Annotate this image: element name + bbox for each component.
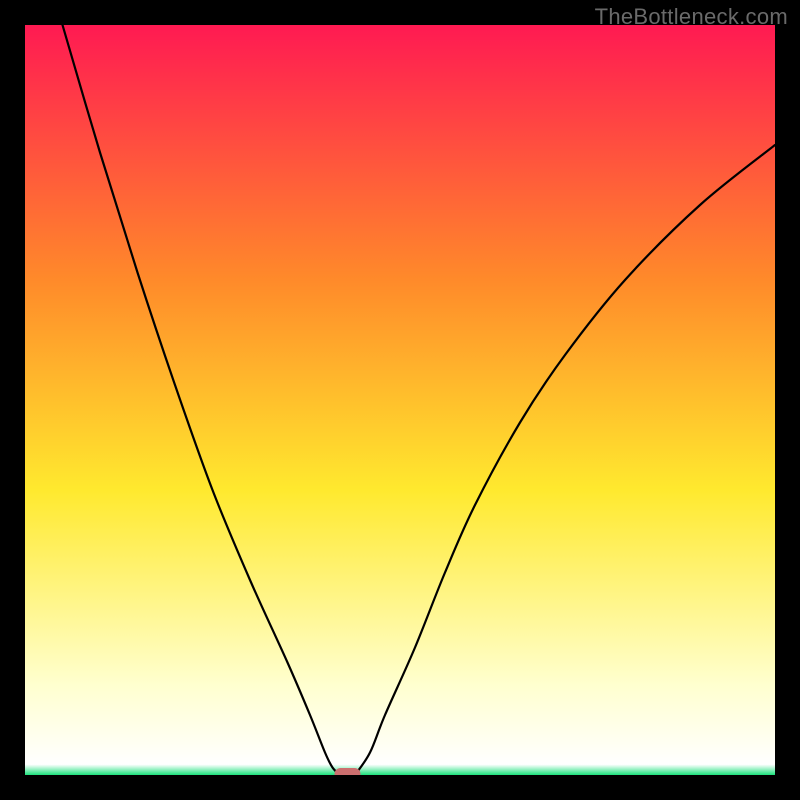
plot-area [25,25,775,775]
chart-container: TheBottleneck.com [0,0,800,800]
minimum-marker [335,768,361,775]
chart-svg [25,25,775,775]
watermark-text: TheBottleneck.com [595,4,788,30]
gradient-background [25,25,775,775]
